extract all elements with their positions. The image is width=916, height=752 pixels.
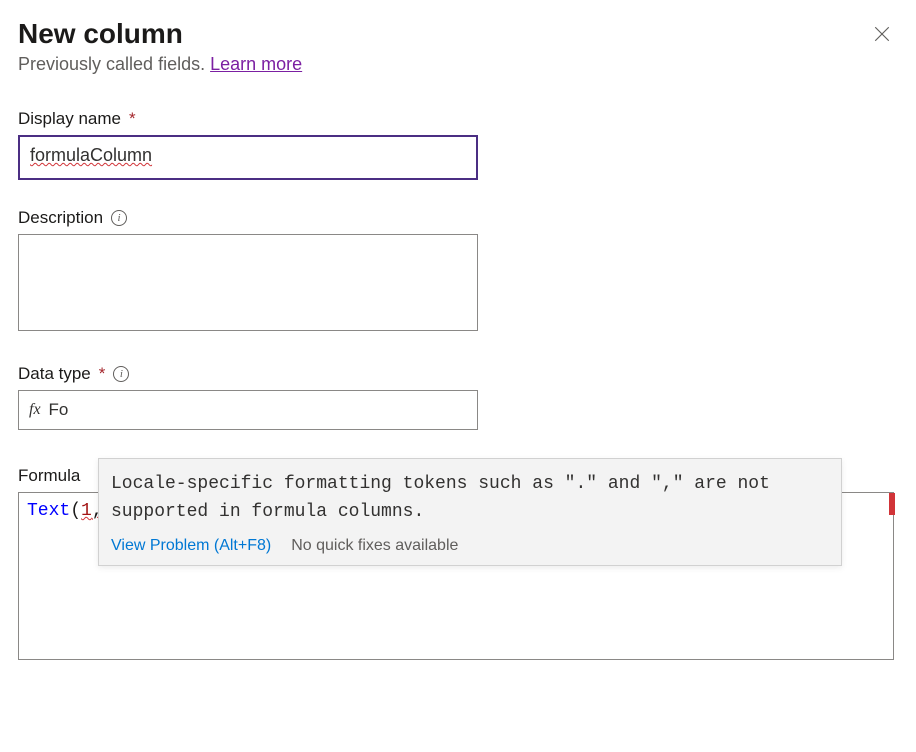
tooltip-actions: View Problem (Alt+F8) No quick fixes ava… [111,537,829,555]
learn-more-link[interactable]: Learn more [210,54,302,74]
label-text: Data type [18,364,91,384]
panel-subtitle: Previously called fields. Learn more [18,54,898,75]
required-indicator: * [99,364,106,384]
no-fixes-text: No quick fixes available [291,537,458,555]
error-tooltip: Locale-specific formatting tokens such a… [98,458,842,566]
close-button[interactable] [870,22,894,46]
panel-title: New column [18,18,898,50]
data-type-value: Fo [49,400,69,420]
description-textarea[interactable] [18,234,478,331]
data-type-label: Data type * i [18,364,898,384]
description-field: Description i [18,208,898,336]
token-open-paren: ( [70,501,81,521]
subtitle-text: Previously called fields. [18,54,210,74]
fx-icon: fx [29,401,41,419]
data-type-select[interactable]: fx Fo [18,390,478,430]
display-name-label: Display name * [18,109,898,129]
tooltip-message: Locale-specific formatting tokens such a… [111,471,829,527]
data-type-field: Data type * i fx Fo [18,364,898,430]
close-icon [873,25,891,43]
view-problem-link[interactable]: View Problem (Alt+F8) [111,537,271,555]
token-function: Text [27,501,70,521]
description-label: Description i [18,208,898,228]
display-name-value: formulaColumn [30,145,152,165]
info-icon[interactable]: i [113,366,129,382]
info-icon[interactable]: i [111,210,127,226]
error-marker-icon [889,493,895,515]
display-name-field: Display name * formulaColumn [18,109,898,180]
label-text: Description [18,208,103,228]
required-indicator: * [129,109,136,129]
label-text: Formula [18,466,80,486]
token-number: 1 [81,501,92,521]
display-name-input[interactable]: formulaColumn [18,135,478,180]
label-text: Display name [18,109,121,129]
